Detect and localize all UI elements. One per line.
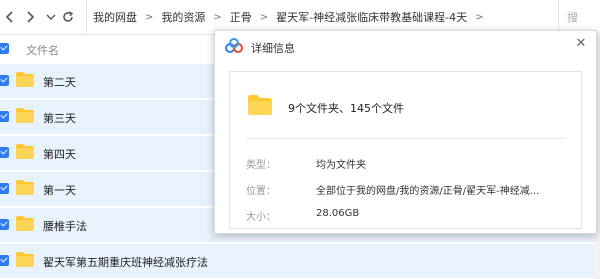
file-name: 第四天	[43, 148, 76, 161]
file-name: 翟天军第五期重庆班神经减张疗法	[43, 256, 208, 269]
row-checkbox[interactable]	[0, 183, 9, 194]
size-value: 28.06GB	[316, 208, 360, 219]
folder-icon	[16, 72, 34, 87]
dialog-content: 9个文件夹、145个文件 类型： 均为文件夹 位置： 全部位于我的网盘/我的资源…	[229, 71, 582, 229]
refresh-icon[interactable]	[61, 9, 75, 25]
chevron-right-icon: >	[259, 11, 269, 23]
folder-icon	[16, 216, 34, 231]
file-name: 第一天	[43, 184, 76, 197]
row-checkbox[interactable]	[0, 219, 9, 230]
row-checkbox[interactable]	[0, 147, 9, 158]
dialog-title: 详细信息	[251, 42, 295, 55]
location-label: 位置：	[246, 186, 276, 197]
chevron-down-icon[interactable]	[44, 9, 58, 25]
divider	[246, 138, 565, 139]
breadcrumb-item[interactable]: 正骨	[224, 9, 258, 25]
file-name: 第三天	[43, 112, 76, 125]
folder-icon	[248, 95, 272, 115]
column-header-filename[interactable]: 文件名	[26, 42, 59, 58]
row-checkbox[interactable]	[0, 75, 9, 86]
search-input[interactable]: 搜	[558, 0, 600, 34]
size-label: 大小：	[246, 212, 276, 223]
location-value: 全部位于我的网盘/我的资源/正骨/翟天军-神经减...	[316, 186, 540, 197]
folder-icon	[16, 252, 34, 267]
chevron-right-icon: >	[475, 11, 484, 23]
type-label: 类型：	[246, 160, 276, 171]
chevron-right-icon: >	[145, 11, 154, 23]
breadcrumb-item[interactable]: 我的资源	[155, 9, 211, 25]
file-name: 腰椎手法	[43, 220, 87, 233]
back-icon[interactable]	[2, 9, 16, 25]
row-checkbox[interactable]	[0, 111, 9, 122]
folder-icon	[16, 180, 34, 195]
breadcrumb-item[interactable]: 我的网盘	[87, 9, 143, 25]
type-value: 均为文件夹	[316, 160, 366, 171]
baidu-cloud-icon	[225, 38, 243, 53]
dialog-header: 详细信息 ✕	[215, 31, 596, 61]
selection-summary: 9个文件夹、145个文件	[288, 102, 404, 115]
folder-icon	[16, 108, 34, 123]
close-icon[interactable]: ✕	[574, 37, 588, 51]
select-all-checkbox[interactable]	[0, 43, 9, 54]
forward-icon[interactable]	[24, 9, 38, 25]
chevron-right-icon: >	[213, 11, 222, 23]
row-checkbox[interactable]	[0, 255, 9, 266]
file-name: 第二天	[43, 76, 76, 89]
folder-icon	[16, 144, 34, 159]
breadcrumb: 我的网盘 > 我的资源 > 正骨 > 翟天军-神经减张临床带教基础课程-4天 >	[86, 0, 510, 34]
breadcrumb-item[interactable]: 翟天军-神经减张临床带教基础课程-4天	[270, 9, 473, 25]
list-item[interactable]: 翟天军第五期重庆班神经减张疗法	[0, 244, 600, 279]
details-dialog: 详细信息 ✕ 9个文件夹、145个文件 类型： 均为文件夹 位置： 全部位于我的…	[214, 30, 597, 234]
